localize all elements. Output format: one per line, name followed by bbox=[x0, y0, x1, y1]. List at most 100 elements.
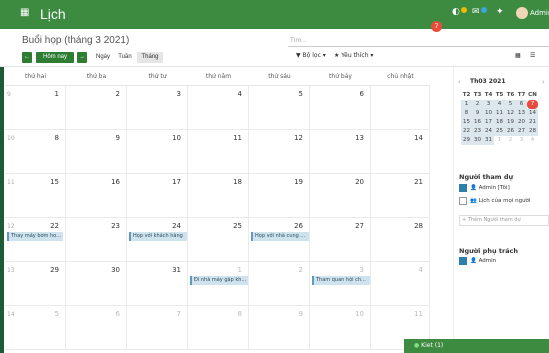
mini-day[interactable]: 11 bbox=[494, 109, 505, 118]
mini-day[interactable]: 17 bbox=[483, 118, 494, 127]
day-cell[interactable]: 10 bbox=[127, 130, 188, 174]
day-cell[interactable]: 4 bbox=[188, 86, 249, 130]
mini-day[interactable]: 13 bbox=[516, 109, 527, 118]
day-cell[interactable]: 6 bbox=[66, 306, 127, 350]
day-cell[interactable]: 17 bbox=[127, 174, 188, 218]
mini-day[interactable]: 29 bbox=[461, 136, 472, 145]
filter-dropdown[interactable]: ▼ Bộ lọc ▾ bbox=[296, 52, 326, 59]
add-attendee-input[interactable]: + Thêm Người tham dự bbox=[459, 215, 549, 226]
mini-day[interactable]: 4 bbox=[527, 136, 538, 145]
day-cell[interactable]: 9 bbox=[249, 306, 310, 350]
mini-day[interactable]: 27 bbox=[516, 127, 527, 136]
mini-day[interactable]: 9 bbox=[472, 109, 483, 118]
apps-menu-icon[interactable]: ▦ bbox=[20, 7, 29, 18]
day-cell[interactable]: 14 5 bbox=[5, 306, 66, 350]
day-cell[interactable]: 2 bbox=[249, 262, 310, 306]
mini-day[interactable]: 1 bbox=[461, 100, 472, 109]
day-cell[interactable]: 2 bbox=[66, 86, 127, 130]
day-cell[interactable]: 11 15 bbox=[5, 174, 66, 218]
day-cell[interactable]: 8 bbox=[188, 306, 249, 350]
mini-day[interactable]: 7 bbox=[527, 100, 538, 109]
calendar-view-icon[interactable]: ▦ bbox=[515, 52, 521, 59]
day-cell[interactable] bbox=[371, 86, 430, 130]
day-cell[interactable]: 20 bbox=[310, 174, 371, 218]
prev-button[interactable]: ← bbox=[22, 52, 32, 63]
next-button[interactable]: → bbox=[77, 52, 87, 63]
mini-day[interactable]: 3 bbox=[516, 136, 527, 145]
mini-day[interactable]: 4 bbox=[494, 100, 505, 109]
calendar-event[interactable]: Họp với khách hàng bbox=[129, 232, 187, 241]
day-cell[interactable]: 13 29 bbox=[5, 262, 66, 306]
day-cell[interactable]: 31 bbox=[127, 262, 188, 306]
day-cell[interactable]: 4 bbox=[371, 262, 430, 306]
day-cell[interactable]: 5 bbox=[249, 86, 310, 130]
mini-day[interactable]: 8 bbox=[461, 109, 472, 118]
mini-day[interactable]: 21 bbox=[527, 118, 538, 127]
checkbox-everyone[interactable] bbox=[459, 196, 467, 205]
mini-next-icon[interactable]: › bbox=[542, 78, 545, 86]
mini-day[interactable]: 12 bbox=[505, 109, 516, 118]
mini-day[interactable]: 6 bbox=[516, 100, 527, 109]
mini-day[interactable]: 20 bbox=[516, 118, 527, 127]
day-cell[interactable]: 6 bbox=[310, 86, 371, 130]
mini-day[interactable]: 14 bbox=[527, 109, 538, 118]
day-cell[interactable]: 91 bbox=[5, 86, 66, 130]
day-cell[interactable]: 14 bbox=[371, 130, 430, 174]
day-cell[interactable]: 19 bbox=[249, 174, 310, 218]
day-cell[interactable]: 16 bbox=[66, 174, 127, 218]
day-cell[interactable]: 10 8 bbox=[5, 130, 66, 174]
checkbox-responsible[interactable] bbox=[459, 256, 467, 265]
chat-window-bar[interactable]: ● Kiet (1) bbox=[404, 339, 549, 353]
favorites-dropdown[interactable]: ★ Yêu thích ▾ bbox=[334, 52, 373, 59]
day-cell[interactable]: 28 bbox=[371, 218, 430, 262]
mini-prev-icon[interactable]: ‹ bbox=[458, 78, 461, 86]
mini-day[interactable]: 31 bbox=[483, 136, 494, 145]
mini-day[interactable]: 5 bbox=[505, 100, 516, 109]
day-cell[interactable]: 12 bbox=[249, 130, 310, 174]
mini-day[interactable]: 28 bbox=[527, 127, 538, 136]
mini-day[interactable]: 1 bbox=[494, 136, 505, 145]
month-view-button[interactable]: Tháng bbox=[137, 52, 163, 63]
mini-day[interactable]: 26 bbox=[505, 127, 516, 136]
day-cell[interactable]: 23 bbox=[66, 218, 127, 262]
mini-day[interactable]: 24 bbox=[483, 127, 494, 136]
day-cell[interactable]: 9 bbox=[66, 130, 127, 174]
mini-day[interactable]: 19 bbox=[505, 118, 516, 127]
day-cell[interactable]: 25 bbox=[188, 218, 249, 262]
activity-icon[interactable]: ◐ bbox=[452, 7, 467, 17]
mini-day[interactable]: 15 bbox=[461, 118, 472, 127]
mini-day[interactable]: 2 bbox=[472, 100, 483, 109]
week-view-button[interactable]: Tuần bbox=[114, 52, 136, 63]
mini-day[interactable]: 22 bbox=[461, 127, 472, 136]
mini-day[interactable]: 23 bbox=[472, 127, 483, 136]
mini-day[interactable]: 18 bbox=[494, 118, 505, 127]
day-cell[interactable]: 10 bbox=[310, 306, 371, 350]
calendar-event[interactable]: Tham quan hội ch... bbox=[312, 276, 370, 285]
day-cell[interactable]: 7 bbox=[127, 306, 188, 350]
mini-day[interactable]: 10 bbox=[483, 109, 494, 118]
day-cell[interactable]: 30 bbox=[66, 262, 127, 306]
user-name[interactable]: Admin bbox=[530, 9, 549, 17]
day-cell[interactable]: 3 bbox=[127, 86, 188, 130]
responsible-admin[interactable]: 👤 Admin bbox=[459, 256, 496, 266]
notifications-icon[interactable]: ✦ bbox=[496, 7, 504, 17]
day-cell[interactable]: 13 bbox=[310, 130, 371, 174]
calendar-event[interactable]: Họp với nhà cung ... bbox=[251, 232, 309, 241]
day-cell[interactable]: 11 bbox=[188, 130, 249, 174]
mini-day[interactable]: 2 bbox=[505, 136, 516, 145]
messages-icon[interactable]: ✉ bbox=[472, 7, 487, 17]
checkbox-me[interactable] bbox=[459, 183, 467, 192]
mini-day[interactable]: 3 bbox=[483, 100, 494, 109]
mini-day[interactable]: 30 bbox=[472, 136, 483, 145]
attendee-everyone[interactable]: 👥 Lịch của mọi người bbox=[459, 196, 530, 206]
mini-day[interactable]: 25 bbox=[494, 127, 505, 136]
search-input[interactable]: Tìm... bbox=[288, 34, 549, 47]
day-cell[interactable]: 21 bbox=[371, 174, 430, 218]
attendee-me[interactable]: 👤 Admin [Tôi] bbox=[459, 183, 510, 193]
day-cell[interactable]: 18 bbox=[188, 174, 249, 218]
calendar-event[interactable]: Đi nhà máy gặp kh... bbox=[190, 276, 248, 285]
list-view-icon[interactable]: ☰ bbox=[530, 52, 535, 59]
calendar-event[interactable]: Thay máy bơm ho... bbox=[7, 232, 63, 241]
mini-day[interactable]: 16 bbox=[472, 118, 483, 127]
day-cell[interactable]: 27 bbox=[310, 218, 371, 262]
